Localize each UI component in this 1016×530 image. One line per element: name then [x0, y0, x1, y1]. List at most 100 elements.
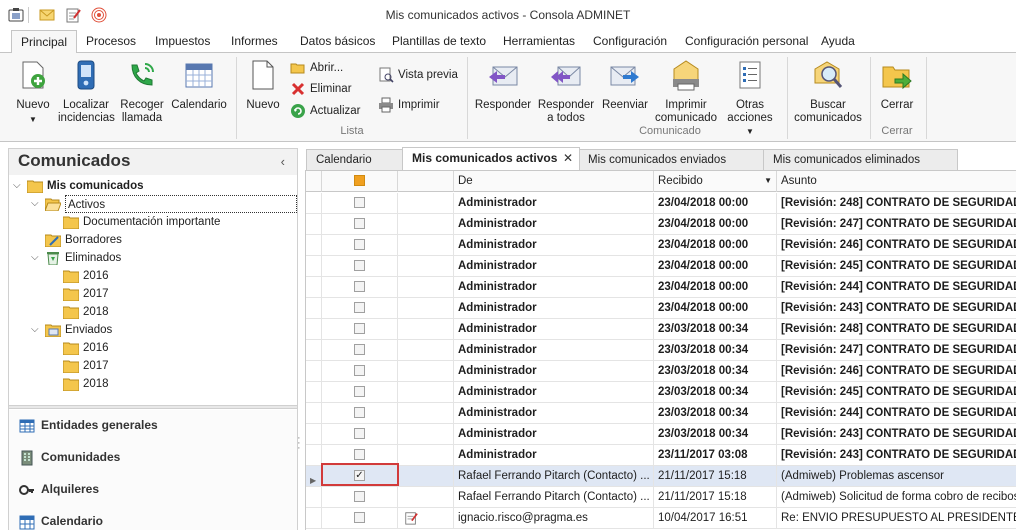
recoger-llamada-button[interactable]: Recoger llamada	[118, 59, 166, 125]
folder-icon	[27, 180, 43, 193]
header-checkbox-icon[interactable]	[354, 175, 365, 186]
row-checkbox[interactable]	[354, 323, 365, 334]
table-row[interactable]: ▶ ✓ Rafael Ferrando Pitarch (Contacto) ...…	[306, 466, 1016, 487]
cell-attachment	[398, 424, 454, 444]
close-tab-icon[interactable]: ✕	[563, 148, 573, 168]
table-row[interactable]: Administrador 23/04/2018 00:00 [Revisión: …	[306, 193, 1016, 214]
reenviar-button[interactable]: Reenviar	[600, 59, 650, 112]
lista-nuevo-button[interactable]: Nuevo	[244, 59, 282, 112]
tab-herramientas[interactable]: Herramientas	[495, 30, 583, 53]
row-checkbox[interactable]	[354, 197, 365, 208]
localizar-incidencias-button[interactable]: Localizar incidencias	[58, 59, 115, 125]
row-checkbox[interactable]	[354, 344, 365, 355]
row-indicator-cell	[306, 361, 322, 381]
doctab-calendario[interactable]: Calendario	[306, 149, 404, 170]
doctab-mis-comunicados-eliminados[interactable]: Mis comunicados eliminados	[763, 149, 958, 170]
header-attachment[interactable]	[398, 171, 454, 192]
row-checkbox[interactable]	[354, 449, 365, 460]
table-row[interactable]: Rafael Ferrando Pitarch (Contacto) ... 21…	[306, 487, 1016, 508]
drafts-icon	[45, 234, 61, 247]
header-de[interactable]: De	[454, 171, 654, 192]
collapse-panel-icon[interactable]: ‹	[281, 154, 285, 169]
nav-calendario[interactable]: Calendario	[9, 506, 297, 530]
table-row[interactable]: Administrador 23/04/2018 00:00 [Revisión: …	[306, 256, 1016, 277]
menu-bar: Principal Procesos Impuestos Informes Da…	[0, 30, 1016, 53]
row-checkbox[interactable]	[354, 428, 365, 439]
header-recibido[interactable]: Recibido ▼	[654, 171, 777, 192]
doctab-mis-comunicados-enviados[interactable]: Mis comunicados enviados	[578, 149, 764, 170]
eliminar-button[interactable]: Eliminar	[290, 80, 352, 98]
table-row[interactable]: Administrador 23/04/2018 00:00 [Revisión: …	[306, 277, 1016, 298]
cell-checkbox	[322, 361, 398, 381]
responder-button[interactable]: Responder	[474, 59, 532, 112]
tab-informes[interactable]: Informes	[223, 30, 286, 53]
table-row[interactable]: Administrador 23/04/2018 00:00 [Revisión: …	[306, 298, 1016, 319]
row-checkbox[interactable]	[354, 386, 365, 397]
cell-checkbox	[322, 382, 398, 402]
tab-ayuda[interactable]: Ayuda	[813, 30, 863, 53]
folder-icon	[63, 306, 79, 319]
row-checkbox[interactable]	[354, 365, 365, 376]
tab-principal[interactable]: Principal	[11, 30, 78, 53]
calendar-icon	[19, 515, 35, 530]
table-row[interactable]: Administrador 23/04/2018 00:00 [Revisión: …	[306, 214, 1016, 235]
table-row[interactable]: Administrador 23/03/2018 00:34 [Revisión: …	[306, 319, 1016, 340]
table-row[interactable]: Administrador 23/03/2018 00:34 [Revisión: …	[306, 361, 1016, 382]
row-checkbox[interactable]	[354, 260, 365, 271]
row-checkbox[interactable]	[354, 239, 365, 250]
row-checkbox[interactable]	[354, 512, 365, 523]
tree-collapse-icon[interactable]: ⌵	[13, 180, 21, 191]
tab-impuestos[interactable]: Impuestos	[147, 30, 218, 53]
header-select-all[interactable]	[322, 171, 398, 192]
tab-datos-basicos[interactable]: Datos básicos	[292, 30, 383, 53]
table-row[interactable]: Administrador 23/03/2018 00:34 [Revisión: …	[306, 340, 1016, 361]
nav-label: Comunidades	[41, 450, 121, 464]
tree-collapse-icon[interactable]: ⌵	[31, 324, 39, 335]
left-panel-header: Comunicados ‹	[9, 149, 297, 175]
vista-previa-button[interactable]: Vista previa	[378, 66, 458, 84]
responder-todos-label-1: Responder	[537, 99, 595, 111]
otras-acciones-button[interactable]: Otras acciones ▼	[722, 59, 778, 138]
table-row[interactable]: Administrador 23/03/2018 00:34 [Revisión: …	[306, 403, 1016, 424]
nav-alquileres[interactable]: Alquileres	[9, 474, 297, 506]
table-row[interactable]: Administrador 23/11/2017 03:08 [Revisión: …	[306, 445, 1016, 466]
splitter-grip[interactable]: · · ·	[297, 433, 301, 454]
responder-a-todos-button[interactable]: Responder a todos	[536, 59, 596, 125]
highlight-box	[321, 463, 399, 486]
cell-recibido: 23/03/2018 00:34	[654, 382, 777, 402]
calendario-button[interactable]: Calendario	[171, 59, 227, 112]
tree-collapse-icon[interactable]: ⌵	[31, 252, 39, 263]
actualizar-button[interactable]: Actualizar	[290, 102, 361, 120]
imprimir-comunicado-button[interactable]: Imprimir comunicado	[655, 59, 717, 125]
abrir-button[interactable]: Abrir...	[290, 59, 343, 77]
header-asunto[interactable]: Asunto	[777, 171, 1016, 192]
buscar-comunicados-button[interactable]: Buscar comunicados	[794, 59, 862, 125]
doctab-label: Mis comunicados enviados	[588, 154, 727, 166]
row-checkbox[interactable]	[354, 491, 365, 502]
nuevo-button[interactable]: Nuevo ▼	[12, 59, 54, 126]
row-checkbox[interactable]	[354, 218, 365, 229]
notes-icon	[405, 512, 418, 525]
nav-comunidades[interactable]: Comunidades	[9, 442, 297, 474]
panel-splitter[interactable]	[9, 405, 297, 409]
tab-configuracion-personal[interactable]: Configuración personal	[677, 30, 816, 53]
row-checkbox[interactable]	[354, 407, 365, 418]
table-row[interactable]: Administrador 23/03/2018 00:34 [Revisión: …	[306, 424, 1016, 445]
cerrar-button[interactable]: Cerrar	[876, 59, 918, 112]
reply-all-icon	[551, 66, 581, 86]
row-checkbox[interactable]	[354, 281, 365, 292]
tab-plantillas-de-texto[interactable]: Plantillas de texto	[384, 30, 494, 53]
otras-label-2: acciones ▼	[727, 112, 773, 136]
cell-de: Administrador	[454, 298, 654, 318]
row-checkbox[interactable]	[354, 302, 365, 313]
tab-procesos[interactable]: Procesos	[78, 30, 144, 53]
doctab-mis-comunicados-activos[interactable]: Mis comunicados activos ✕	[402, 147, 580, 170]
tree-collapse-icon[interactable]: ⌵	[31, 198, 39, 209]
tab-configuracion[interactable]: Configuración	[585, 30, 675, 53]
table-row[interactable]: Administrador 23/04/2018 00:00 [Revisión: …	[306, 235, 1016, 256]
imprimir-button[interactable]: Imprimir	[378, 96, 440, 114]
table-row[interactable]: ignacio.risco@pragma.es 10/04/2017 16:51 R…	[306, 508, 1016, 529]
nav-entidades-generales[interactable]: Entidades generales	[9, 410, 297, 442]
table-row[interactable]: Administrador 23/03/2018 00:34 [Revisión: …	[306, 382, 1016, 403]
forward-icon	[610, 66, 639, 86]
